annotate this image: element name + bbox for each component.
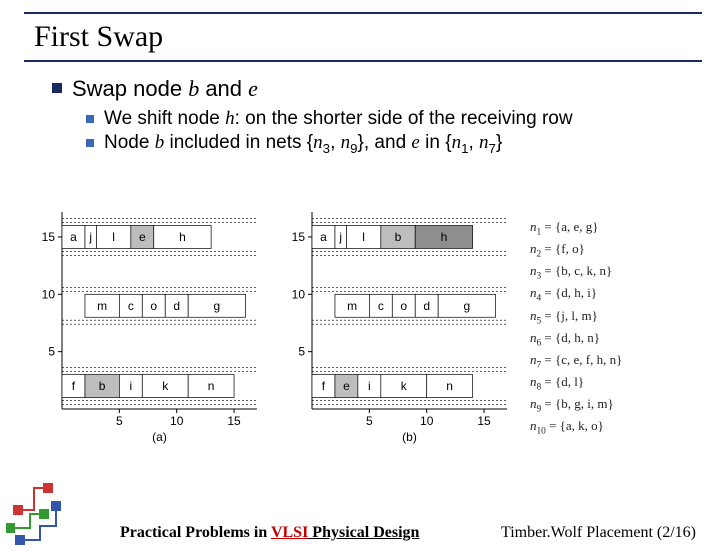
svg-text:a: a	[70, 230, 77, 244]
footer-acronym: VLSI	[271, 524, 308, 541]
bullet-l2: Node b included in nets {n3, n9}, and e …	[86, 132, 680, 156]
var-n: n	[341, 132, 351, 153]
svg-text:5: 5	[366, 414, 373, 428]
text-fragment: Practical Problems in	[120, 524, 271, 541]
svg-text:10: 10	[292, 287, 306, 301]
var-b: b	[155, 132, 165, 153]
text-fragment: and	[199, 76, 248, 101]
svg-text:n: n	[208, 379, 215, 393]
svg-text:10: 10	[420, 414, 434, 428]
svg-text:(a): (a)	[152, 430, 167, 444]
text-fragment: included in nets {	[164, 132, 313, 153]
net-row: n1 = {a, e, g}	[530, 218, 700, 240]
svg-text:m: m	[347, 299, 357, 313]
var-n: n	[452, 132, 462, 153]
svg-text:5: 5	[116, 414, 123, 428]
svg-text:a: a	[320, 230, 327, 244]
text-fragment: ,	[330, 132, 341, 153]
svg-text:l: l	[362, 230, 365, 244]
var-b: b	[188, 76, 199, 101]
footer: Practical Problems in VLSI Physical Desi…	[0, 524, 720, 542]
net-row: n6 = {d, h, n}	[530, 329, 700, 351]
text-fragment: Swap node	[72, 76, 188, 101]
svg-text:k: k	[401, 379, 408, 393]
svg-text:c: c	[378, 299, 384, 313]
var-h: h	[225, 108, 235, 129]
svg-text:b: b	[99, 379, 106, 393]
svg-text:o: o	[150, 299, 157, 313]
svg-text:5: 5	[298, 345, 305, 359]
var-n: n	[313, 132, 323, 153]
svg-text:j: j	[338, 230, 342, 244]
svg-text:10: 10	[170, 414, 184, 428]
svg-text:g: g	[464, 299, 471, 313]
svg-text:j: j	[88, 230, 92, 244]
svg-text:e: e	[343, 379, 350, 393]
svg-text:10: 10	[42, 287, 56, 301]
content-block: Swap node b and e We shift node h: on th…	[52, 76, 680, 156]
text-fragment: : on the shorter side of the receiving r…	[235, 108, 573, 129]
text-fragment: Node	[104, 132, 155, 153]
svg-text:m: m	[97, 299, 107, 313]
net-row: n9 = {b, g, i, m}	[530, 395, 700, 417]
text-fragment: Physical Design	[308, 524, 419, 541]
bullet-l2: We shift node h: on the shorter side of …	[86, 108, 680, 130]
net-row: n4 = {d, h, i}	[530, 284, 700, 306]
svg-text:d: d	[173, 299, 180, 313]
bullet-l2-text: Node b included in nets {n3, n9}, and e …	[104, 132, 502, 156]
square-bullet-icon	[52, 83, 62, 93]
svg-text:b: b	[395, 230, 402, 244]
net-row: n2 = {f, o}	[530, 240, 700, 262]
net-row: n7 = {c, e, f, h, n}	[530, 351, 700, 373]
net-row: n10 = {a, k, o}	[530, 417, 700, 439]
svg-text:(b): (b)	[402, 430, 417, 444]
svg-text:i: i	[368, 379, 371, 393]
svg-text:g: g	[214, 299, 221, 313]
square-bullet-icon	[86, 139, 94, 147]
svg-text:15: 15	[227, 414, 241, 428]
svg-text:15: 15	[42, 230, 56, 244]
svg-text:d: d	[423, 299, 430, 313]
sub-bullets: We shift node h: on the shorter side of …	[86, 108, 680, 156]
bullet-l1-text: Swap node b and e	[72, 76, 258, 102]
svg-text:k: k	[162, 379, 169, 393]
square-bullet-icon	[86, 115, 94, 123]
svg-text:c: c	[128, 299, 134, 313]
svg-text:15: 15	[477, 414, 491, 428]
slide-title: First Swap	[24, 20, 163, 54]
subscript: 3	[323, 141, 330, 156]
svg-text:e: e	[139, 230, 146, 244]
var-n: n	[479, 132, 489, 153]
svg-text:l: l	[112, 230, 115, 244]
svg-text:n: n	[446, 379, 453, 393]
svg-text:h: h	[441, 230, 448, 244]
subscript: 7	[489, 141, 496, 156]
svg-text:15: 15	[292, 230, 306, 244]
text-fragment: }	[496, 132, 502, 153]
text-fragment: ,	[468, 132, 479, 153]
text-fragment: }, and	[358, 132, 412, 153]
bullet-l1: Swap node b and e	[52, 76, 680, 102]
row-placement-chart: 5101551015ajlehmcodgfbikn(a)5101551015aj…	[32, 204, 532, 464]
net-row: n5 = {j, l, m}	[530, 307, 700, 329]
text-fragment: We shift node	[104, 108, 225, 129]
net-row: n3 = {b, c, k, n}	[530, 262, 700, 284]
text-fragment: in {	[420, 132, 452, 153]
svg-text:5: 5	[48, 345, 55, 359]
net-legend: n1 = {a, e, g}n2 = {f, o}n3 = {b, c, k, …	[530, 218, 700, 440]
footer-right: Timber.Wolf Placement (2/16)	[501, 524, 696, 542]
subscript: 9	[350, 141, 357, 156]
title-bar: First Swap	[24, 12, 702, 62]
net-row: n8 = {d, l}	[530, 373, 700, 395]
footer-left: Practical Problems in VLSI Physical Desi…	[120, 524, 419, 542]
var-e: e	[411, 132, 419, 153]
svg-text:i: i	[129, 379, 132, 393]
svg-text:h: h	[179, 230, 186, 244]
corner-decoration-icon	[6, 476, 86, 546]
svg-text:o: o	[400, 299, 407, 313]
var-e: e	[248, 76, 258, 101]
bullet-l2-text: We shift node h: on the shorter side of …	[104, 108, 573, 130]
